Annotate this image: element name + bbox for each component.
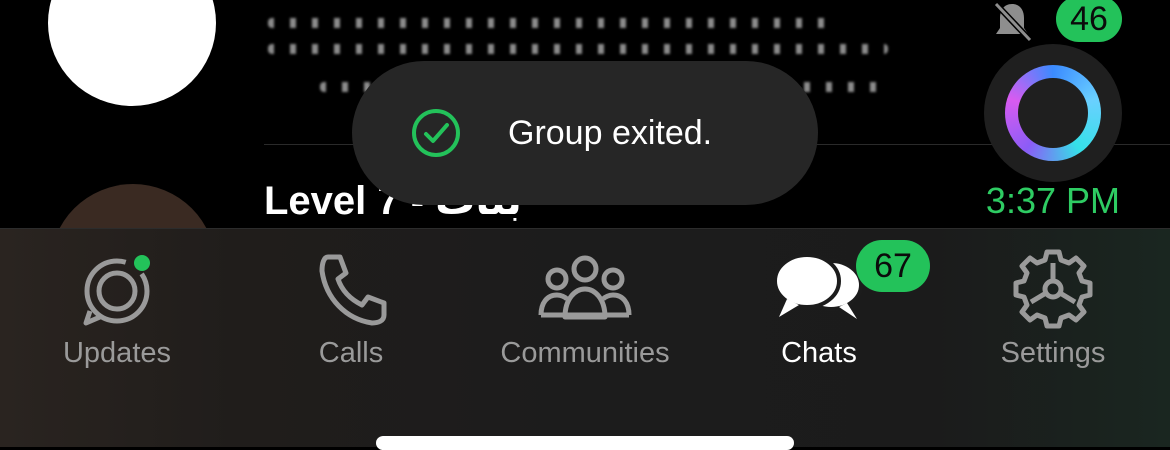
tab-label: Settings <box>1000 337 1106 369</box>
toast-notification: Group exited. <box>352 61 818 205</box>
tab-settings[interactable]: Settings <box>936 249 1170 399</box>
meta-ai-icon <box>1005 65 1101 161</box>
toast-message: Group exited. <box>508 113 713 152</box>
home-indicator[interactable] <box>376 436 794 450</box>
tab-label: Communities <box>500 337 670 369</box>
communities-icon <box>538 255 632 320</box>
tab-calls[interactable]: Calls <box>234 249 468 399</box>
tab-updates[interactable]: Updates <box>0 249 234 399</box>
phone-icon <box>319 254 387 326</box>
chats-unread-badge: 67 <box>856 240 930 292</box>
tab-label: Calls <box>318 337 384 369</box>
blurred-chat-preview <box>268 44 888 54</box>
gear-icon <box>1013 249 1093 329</box>
chat-timestamp: 3:37 PM <box>985 180 1120 221</box>
check-circle-icon <box>412 109 460 157</box>
chat-avatar[interactable] <box>48 0 216 106</box>
muted-bell-icon <box>993 1 1033 43</box>
tab-label: Updates <box>62 337 171 369</box>
blurred-chat-name <box>268 18 828 28</box>
tab-bar: Updates Calls Communities Chats Settings <box>0 228 1170 447</box>
chats-icon <box>773 253 863 319</box>
unread-count-badge: 46 <box>1056 0 1122 42</box>
tab-communities[interactable]: Communities <box>468 249 702 399</box>
tab-label: Chats <box>781 337 857 369</box>
meta-ai-button[interactable] <box>984 44 1122 182</box>
updates-icon <box>83 255 150 326</box>
